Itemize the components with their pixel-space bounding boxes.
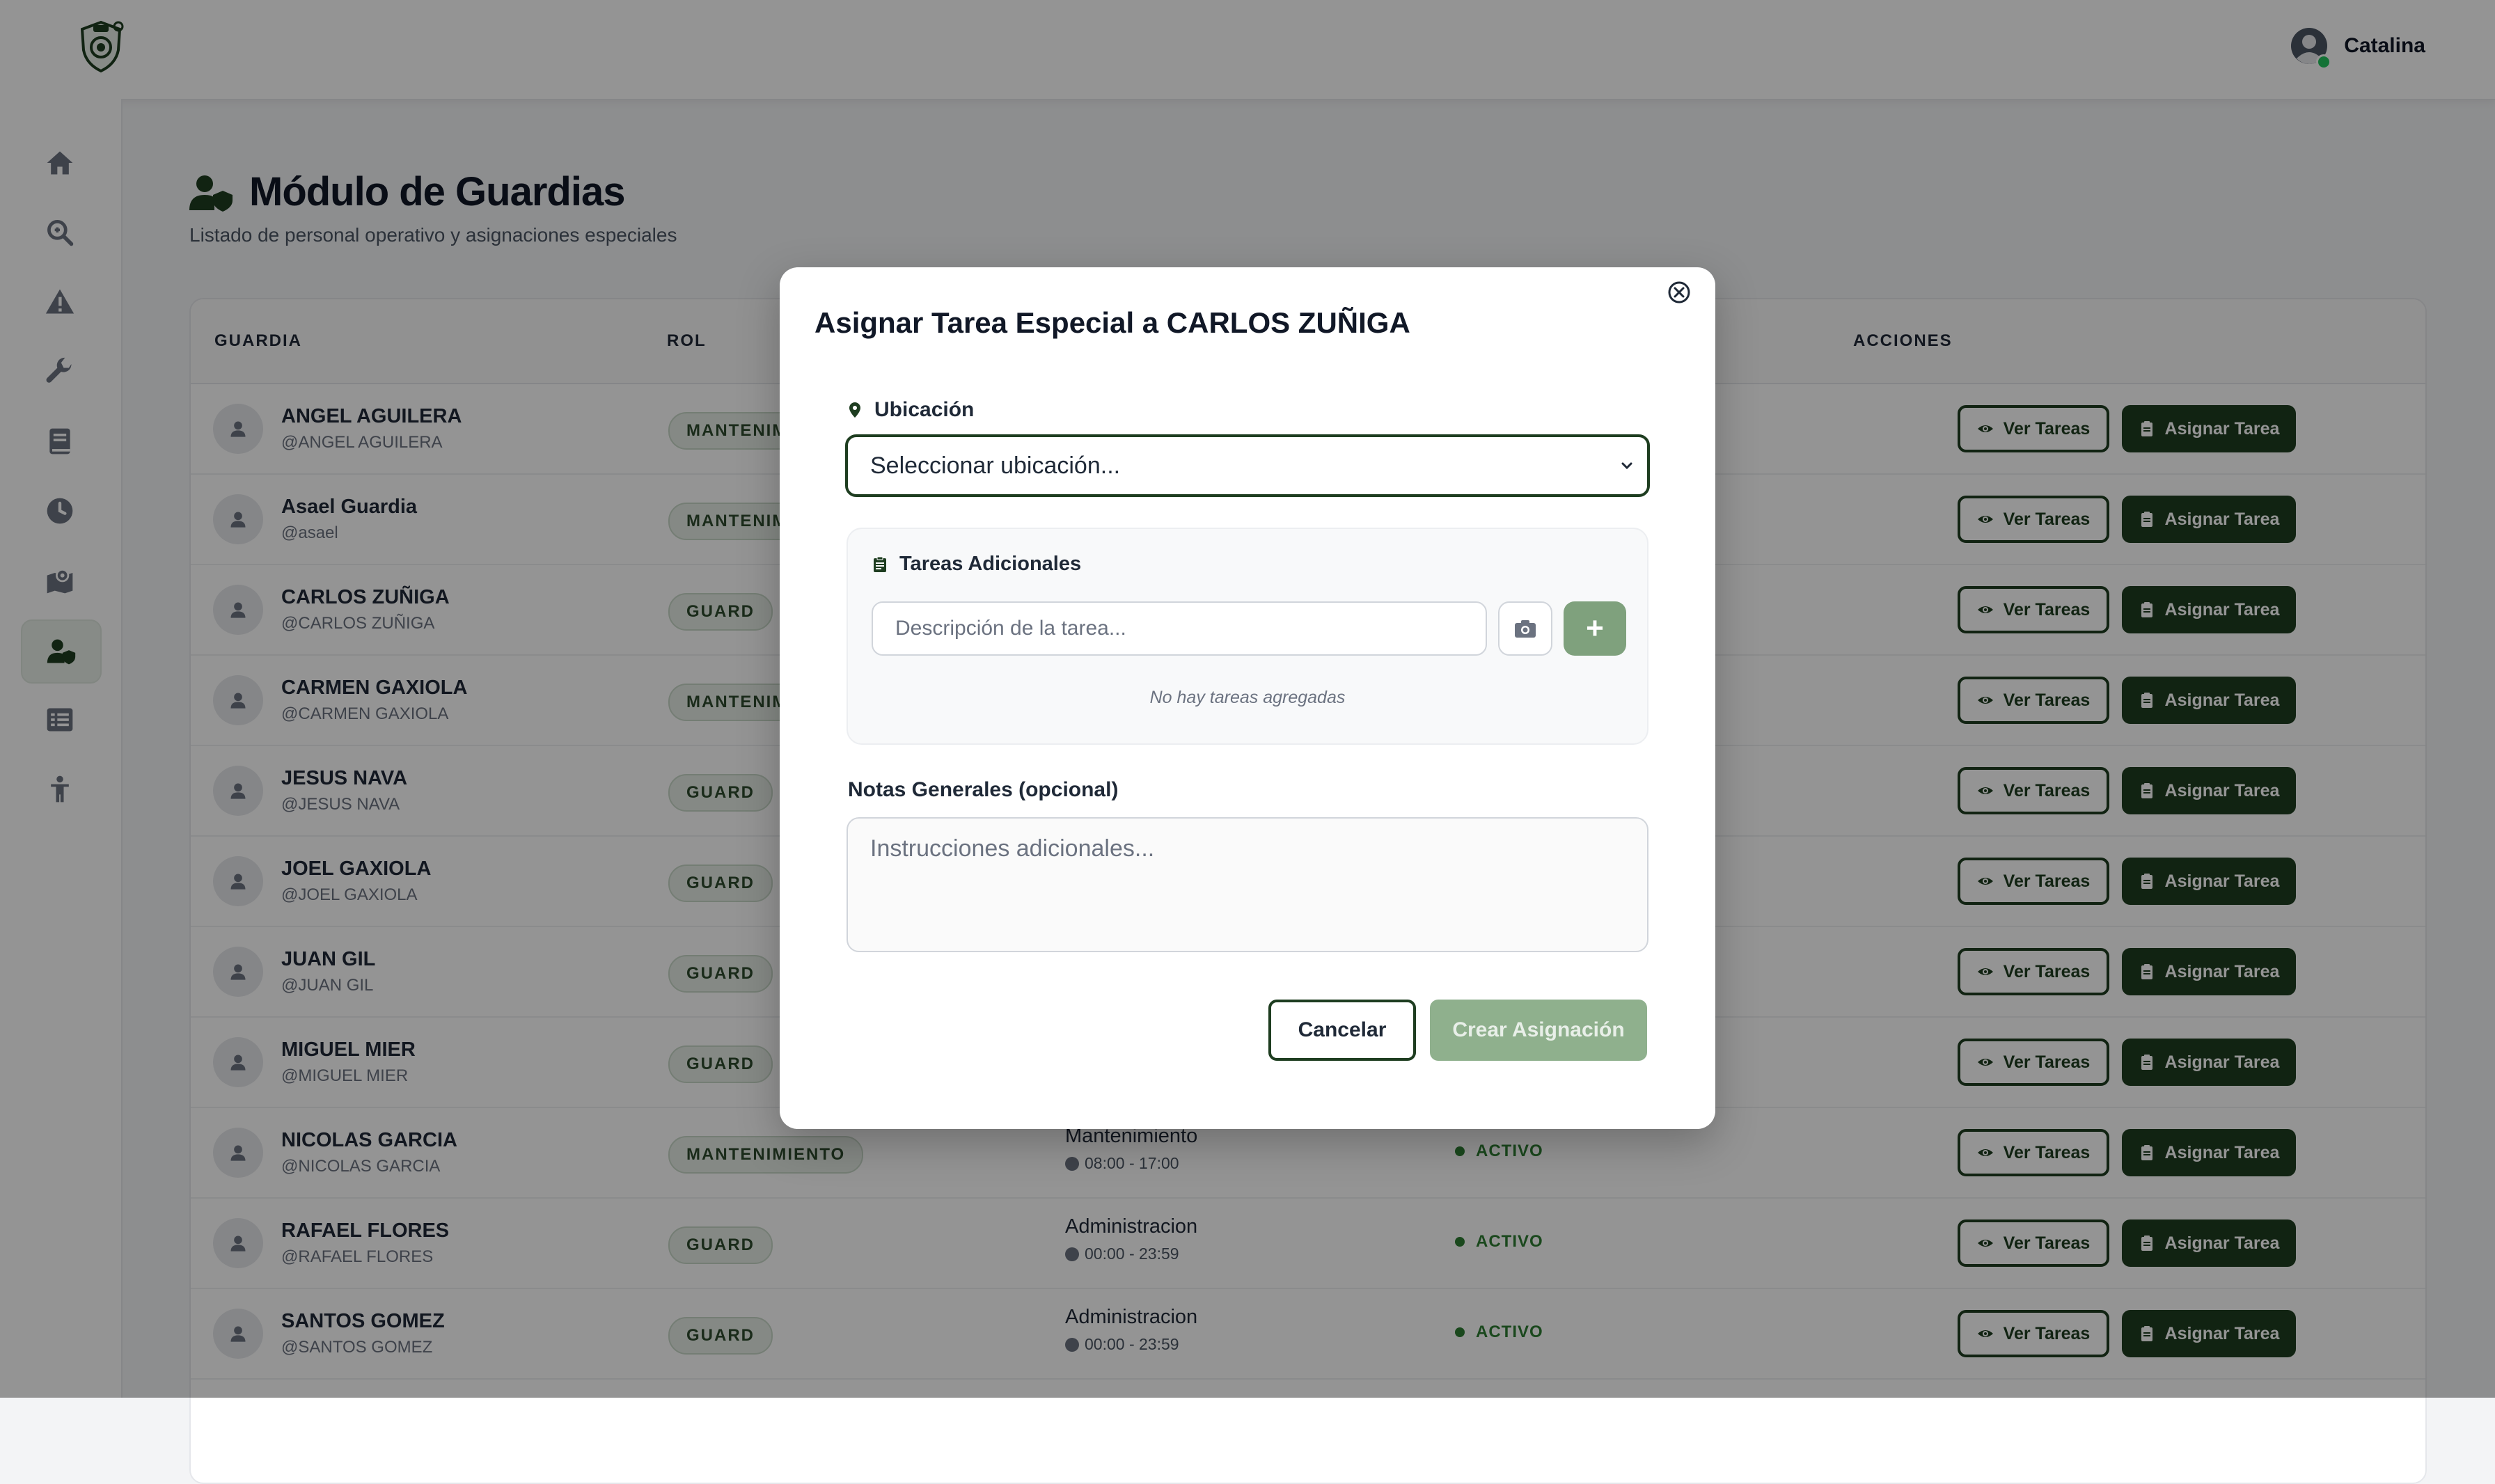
notes-label: Notas Generales (opcional) (848, 778, 1119, 801)
create-assignment-button[interactable]: Crear Asignación (1430, 1000, 1647, 1061)
cancel-button[interactable]: Cancelar (1268, 1000, 1416, 1061)
map-pin-icon (849, 402, 860, 418)
tasks-label: Tareas Adicionales (872, 553, 1081, 576)
tasks-label-text: Tareas Adicionales (899, 553, 1082, 575)
camera-icon (1515, 620, 1536, 638)
close-icon[interactable] (1667, 280, 1692, 305)
notes-textarea[interactable]: Instrucciones adicionales... (847, 817, 1648, 952)
chevron-down-icon (1621, 462, 1632, 470)
location-label-text: Ubicación (874, 398, 975, 421)
additional-tasks-panel: Tareas Adicionales Descripción de la tar… (847, 528, 1648, 745)
camera-button[interactable] (1498, 601, 1552, 656)
task-description-input[interactable]: Descripción de la tarea... (872, 601, 1487, 656)
modal-title: Asignar Tarea Especial a CARLOS ZUÑIGA (814, 306, 1410, 339)
location-select[interactable]: Seleccionar ubicación... (845, 434, 1650, 497)
clipboard-icon (874, 556, 886, 572)
location-label: Ubicación (847, 398, 974, 422)
add-task-button[interactable]: + (1564, 601, 1626, 656)
no-tasks-message: No hay tareas agregadas (1149, 688, 1346, 707)
location-select-value: Seleccionar ubicación... (870, 452, 1121, 479)
assign-task-modal: Asignar Tarea Especial a CARLOS ZUÑIGA U… (780, 267, 1715, 1129)
